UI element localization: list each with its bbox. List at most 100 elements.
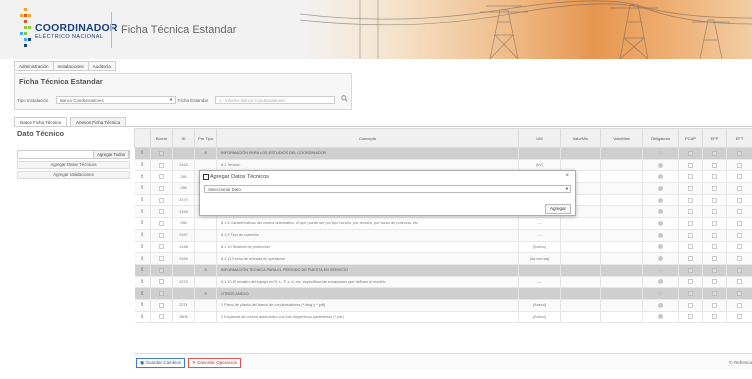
search-icon[interactable] xyxy=(339,95,349,105)
borrar-checkbox[interactable] xyxy=(159,162,164,168)
cell-drag[interactable]: ⇕ xyxy=(134,264,151,277)
eft-checkbox[interactable] xyxy=(737,209,742,215)
efp-checkbox[interactable] xyxy=(712,232,717,238)
efp-checkbox[interactable] xyxy=(712,302,717,308)
efp-checkbox[interactable] xyxy=(712,150,717,156)
agregar-datos-tecnicos-button[interactable]: Agregar Datos Técnicos xyxy=(17,161,130,169)
eft-checkbox[interactable] xyxy=(737,174,742,180)
eft-checkbox[interactable] xyxy=(737,197,742,203)
col-borrar[interactable]: Borrar xyxy=(150,128,173,148)
dato-select[interactable]: Seleccionar Dato ▾ xyxy=(204,185,571,193)
eft-checkbox[interactable] xyxy=(737,162,742,168)
efp-checkbox[interactable] xyxy=(712,256,717,262)
pcap-checkbox[interactable] xyxy=(688,256,693,262)
efp-checkbox[interactable] xyxy=(712,267,717,273)
obligatorio-indicator[interactable] xyxy=(658,314,663,320)
borrar-checkbox[interactable] xyxy=(159,197,164,203)
drag-handle-icon[interactable]: ⇕ xyxy=(140,220,144,226)
obligatorio-indicator[interactable] xyxy=(658,302,663,308)
col-efp[interactable]: EFP xyxy=(702,128,727,148)
logo[interactable]: COORDINADOR ELÉCTRICO NACIONAL xyxy=(20,8,118,50)
drag-handle-icon[interactable]: ⇕ xyxy=(140,291,144,297)
table-row[interactable]: ⇕ 2168 8.1.10 Sistema de protección [Anexo] xyxy=(134,241,752,254)
pcap-checkbox[interactable] xyxy=(688,244,693,250)
drag-handle-icon[interactable]: ⇕ xyxy=(140,209,144,215)
obligatorio-indicator[interactable] xyxy=(658,209,663,215)
cell-drag[interactable]: ⇕ xyxy=(134,159,151,172)
cell-drag[interactable]: ⇕ xyxy=(134,311,151,324)
pcap-checkbox[interactable] xyxy=(688,302,693,308)
pcap-checkbox[interactable] xyxy=(688,209,693,215)
efp-checkbox[interactable] xyxy=(712,209,717,215)
drag-handle-icon[interactable]: ⇕ xyxy=(140,150,144,156)
nav-tab-instalaciones[interactable]: Instalaciones xyxy=(52,61,89,71)
drag-handle-icon[interactable]: ⇕ xyxy=(140,197,144,203)
eft-checkbox[interactable] xyxy=(737,244,742,250)
col-um[interactable]: UM xyxy=(518,128,561,148)
col-valor-min[interactable]: ValorMin xyxy=(560,128,601,148)
cell-drag[interactable]: ⇕ xyxy=(134,147,151,160)
table-row[interactable]: ⇕ 2271 1 Plano de planta del banco de cond… xyxy=(134,299,752,312)
col-pre-tipo[interactable]: Pre Tipo xyxy=(194,128,217,148)
table-row[interactable]: ⇕ 268 8.1.6 Características del control au… xyxy=(134,217,752,230)
efp-checkbox[interactable] xyxy=(712,244,717,250)
col-pcap[interactable]: PCAP xyxy=(678,128,703,148)
efp-checkbox[interactable] xyxy=(712,185,717,191)
borrar-checkbox[interactable] xyxy=(159,209,164,215)
pcap-checkbox[interactable] xyxy=(688,291,693,297)
borrar-checkbox[interactable] xyxy=(159,244,164,250)
obligatorio-indicator[interactable] xyxy=(658,150,663,156)
cell-drag[interactable]: ⇕ xyxy=(134,194,151,207)
cell-drag[interactable]: ⇕ xyxy=(134,182,151,195)
borrar-checkbox[interactable] xyxy=(159,302,164,308)
group-row[interactable]: ⇕ 9 OTROS ANEXO xyxy=(134,287,752,300)
pcap-checkbox[interactable] xyxy=(688,220,693,226)
obligatorio-indicator[interactable] xyxy=(658,256,663,262)
drag-handle-icon[interactable]: ⇕ xyxy=(140,256,144,262)
agregar-validaciones-button[interactable]: Agregar Validaciones xyxy=(17,171,130,179)
agregar-todos-button[interactable]: Agregar Todos xyxy=(93,150,129,159)
drag-handle-icon[interactable]: ⇕ xyxy=(140,279,144,285)
drag-handle-icon[interactable]: ⇕ xyxy=(140,314,144,320)
group-row[interactable]: ⇕ 9 INFORMACIÓN TÉCNICA PARA EL PERÍODO DE… xyxy=(134,264,752,277)
eft-checkbox[interactable] xyxy=(737,302,742,308)
pcap-checkbox[interactable] xyxy=(688,279,693,285)
borrar-checkbox[interactable] xyxy=(159,279,164,285)
table-row[interactable]: ⇕ 2167 8.1.9 Tipo de conexión ---- xyxy=(134,229,752,242)
obligatorio-indicator[interactable] xyxy=(658,232,663,238)
efp-checkbox[interactable] xyxy=(712,279,717,285)
ficha-estandar-input[interactable]: 1 - Informe Banco Condensadores xyxy=(215,96,335,104)
borrar-checkbox[interactable] xyxy=(159,232,164,238)
borrar-checkbox[interactable] xyxy=(159,150,164,156)
obligatorio-indicator[interactable] xyxy=(658,279,663,285)
drag-handle-icon[interactable]: ⇕ xyxy=(140,174,144,180)
cell-drag[interactable]: ⇕ xyxy=(134,287,151,300)
cell-drag[interactable]: ⇕ xyxy=(134,170,151,184)
tipo-instalacion-select[interactable]: Banco Condensadores ▼ xyxy=(56,96,176,104)
obligatorio-indicator[interactable] xyxy=(658,291,663,297)
cell-drag[interactable]: ⇕ xyxy=(134,205,151,219)
obligatorio-indicator[interactable] xyxy=(658,174,663,180)
drag-handle-icon[interactable]: ⇕ xyxy=(140,232,144,238)
efp-checkbox[interactable] xyxy=(712,197,717,203)
drag-handle-icon[interactable]: ⇕ xyxy=(140,185,144,191)
cell-drag[interactable]: ⇕ xyxy=(134,252,151,265)
efp-checkbox[interactable] xyxy=(712,162,717,168)
eft-checkbox[interactable] xyxy=(737,232,742,238)
group-row[interactable]: ⇕ 8 INFORMACIÓN PARA LOS ESTUDIOS DEL COOR… xyxy=(134,147,752,160)
drag-handle-icon[interactable]: ⇕ xyxy=(140,302,144,308)
obligatorio-indicator[interactable] xyxy=(658,267,663,273)
table-row[interactable]: ⇕ 2270 9.1.10 El modelo del equipo en R, L… xyxy=(134,276,752,289)
efp-checkbox[interactable] xyxy=(712,314,717,320)
col-eft[interactable]: EFT xyxy=(726,128,752,148)
eft-checkbox[interactable] xyxy=(737,279,742,285)
eft-checkbox[interactable] xyxy=(737,185,742,191)
cell-drag[interactable]: ⇕ xyxy=(134,217,151,230)
obligatorio-indicator[interactable] xyxy=(658,244,663,250)
drag-handle-icon[interactable]: ⇕ xyxy=(140,162,144,168)
eft-checkbox[interactable] xyxy=(737,291,742,297)
pcap-checkbox[interactable] xyxy=(688,197,693,203)
eft-checkbox[interactable] xyxy=(737,267,742,273)
refresh-button[interactable]: ↻ Refresca xyxy=(729,360,752,366)
borrar-checkbox[interactable] xyxy=(159,314,164,320)
